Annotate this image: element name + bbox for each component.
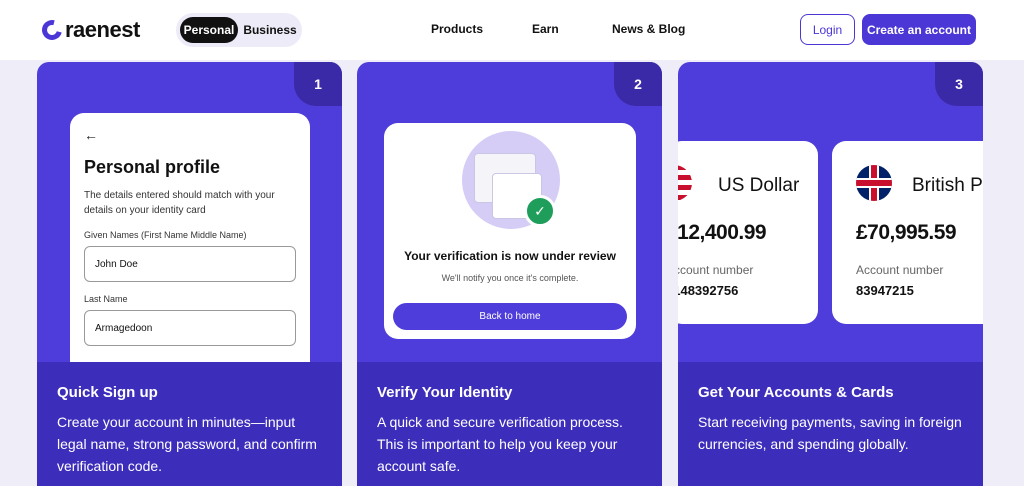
account-number: 2148392756 (678, 283, 739, 298)
step-number: 1 (294, 62, 342, 106)
gbp-account-card: British Pound £70,995.59 Account number … (832, 141, 983, 324)
given-names-input[interactable]: John Doe (84, 246, 296, 282)
back-arrow-icon[interactable]: ← (84, 127, 296, 143)
step-number: 2 (614, 62, 662, 106)
card-title: Verify Your Identity (377, 384, 513, 401)
steps-section: 1 ← Personal profile The details entered… (0, 60, 1024, 486)
account-balance: $12,400.99 (678, 221, 767, 244)
step-number: 3 (935, 62, 983, 106)
menu-products[interactable]: Products (431, 22, 483, 36)
account-number-label: Account number (678, 263, 754, 277)
account-currency: British Pound (912, 175, 983, 196)
check-icon: ✓ (524, 195, 556, 227)
last-name-label: Last Name (84, 294, 128, 304)
us-flag-icon (678, 165, 692, 201)
toggle-personal[interactable]: Personal (180, 17, 238, 43)
step-card-accounts: 3 US Dollar $12,400.99 Account number 21… (678, 62, 983, 486)
verify-title: Your verification is now under review (404, 249, 616, 263)
account-type-toggle: Personal Business (176, 13, 302, 47)
given-names-label: Given Names (First Name Middle Name) (84, 230, 247, 240)
step-card-signup: 1 ← Personal profile The details entered… (37, 62, 342, 486)
verification-panel: ✓ Your verification is now under review … (384, 123, 636, 339)
account-balance: £70,995.59 (856, 221, 957, 244)
form-description: The details entered should match with yo… (84, 190, 275, 216)
card-caption: Verify Your Identity A quick and secure … (357, 362, 662, 486)
card-description: Create your account in minutes—input leg… (57, 414, 317, 474)
login-button[interactable]: Login (800, 14, 855, 45)
menu-earn[interactable]: Earn (532, 22, 559, 36)
account-currency: US Dollar (718, 175, 800, 196)
last-name-input[interactable]: Armagedoon (84, 310, 296, 346)
step-card-verify: 2 ✓ Your verification is now under revie… (357, 62, 662, 486)
personal-profile-form: ← Personal profile The details entered s… (70, 113, 310, 362)
brand-name: raenest (65, 17, 140, 42)
logo-icon (38, 16, 66, 44)
toggle-business[interactable]: Business (242, 17, 298, 43)
card-title: Quick Sign up (57, 384, 158, 401)
account-number-label: Account number (856, 263, 944, 277)
card-description: Start receiving payments, saving in fore… (698, 414, 962, 452)
usd-account-card: US Dollar $12,400.99 Account number 2148… (678, 141, 818, 324)
brand-logo[interactable]: raenest (38, 16, 140, 44)
card-caption: Quick Sign up Create your account in min… (37, 362, 342, 486)
card-description: A quick and secure verification process.… (377, 414, 623, 474)
back-to-home-button[interactable]: Back to home (393, 303, 627, 330)
create-account-button[interactable]: Create an account (862, 14, 976, 45)
verify-subtitle: We'll notify you once it's complete. (441, 273, 579, 283)
form-title: Personal profile (84, 157, 221, 177)
card-caption: Get Your Accounts & Cards Start receivin… (678, 362, 983, 486)
uk-flag-icon (856, 165, 892, 201)
card-title: Get Your Accounts & Cards (698, 384, 894, 401)
account-number: 83947215 (856, 283, 914, 298)
menu-news-blog[interactable]: News & Blog (612, 22, 685, 36)
top-navbar: raenest Personal Business Products Earn … (0, 0, 1024, 60)
